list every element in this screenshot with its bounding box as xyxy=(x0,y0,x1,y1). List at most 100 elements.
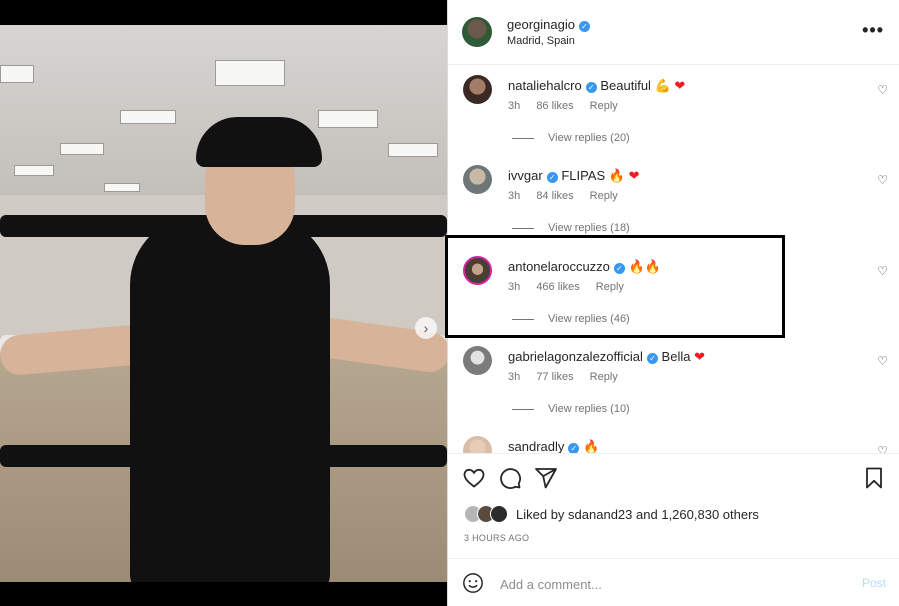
like-comment-heart-icon[interactable]: ♡ xyxy=(877,173,888,187)
commenter-avatar[interactable] xyxy=(463,75,492,104)
commenter-avatar[interactable] xyxy=(463,256,492,285)
save-bookmark-icon[interactable] xyxy=(862,466,886,490)
comment-input[interactable] xyxy=(500,573,830,595)
comment-body: Bella xyxy=(661,349,691,364)
comment-body: FLIPAS xyxy=(561,168,606,183)
verified-badge-icon: ✓ xyxy=(546,172,558,183)
flexed-bicep-emoji: 💪 xyxy=(654,78,671,93)
like-comment-heart-icon[interactable]: ♡ xyxy=(877,354,888,368)
like-heart-icon[interactable] xyxy=(462,466,486,490)
fire-emoji: 🔥 xyxy=(608,168,625,183)
commenter-username[interactable]: nataliehalcro xyxy=(508,78,582,93)
view-replies-label: View replies (18) xyxy=(548,222,630,234)
liker-avatars[interactable] xyxy=(464,505,508,523)
photo-light xyxy=(215,60,285,86)
fire-emoji: 🔥 xyxy=(583,439,600,453)
comment-item: gabrielagonzalezofficial ✓ Bella ❤ 3h 77 … xyxy=(448,336,899,426)
photo-light xyxy=(120,110,176,124)
comment-likes[interactable]: 86 likes xyxy=(536,100,573,112)
photo-light xyxy=(104,183,140,192)
commenter-username[interactable]: antonelaroccuzzo xyxy=(508,259,610,274)
liked-by-prefix: Liked by xyxy=(516,506,565,522)
comment-meta: 3h 77 likes Reply xyxy=(508,371,631,383)
liker-avatar xyxy=(490,505,508,523)
like-comment-heart-icon[interactable]: ♡ xyxy=(877,444,888,453)
reply-button[interactable]: Reply xyxy=(596,281,624,293)
replies-line xyxy=(512,408,534,410)
commenter-avatar[interactable] xyxy=(463,346,492,375)
liked-by-user[interactable]: sdanand23 xyxy=(568,507,632,522)
add-comment-bar: Post xyxy=(448,558,899,606)
verified-badge-icon: ✓ xyxy=(613,263,625,274)
view-replies-button[interactable]: View replies (46) xyxy=(512,313,630,325)
commenter-username[interactable]: gabrielagonzalezofficial xyxy=(508,349,643,364)
view-replies-button[interactable]: View replies (10) xyxy=(512,403,630,415)
photo-light xyxy=(14,165,54,176)
comment-item: nataliehalcro ✓ Beautiful 💪 ❤ 3h 86 likes… xyxy=(448,65,899,155)
comment-likes[interactable]: 466 likes xyxy=(536,281,579,293)
emoji-smiley-icon[interactable] xyxy=(462,572,484,594)
liked-by-line: Liked by sdanand23 and 1,260,830 others xyxy=(464,505,759,523)
share-paper-plane-icon[interactable] xyxy=(534,466,558,490)
author-username[interactable]: georginagio ✓ xyxy=(507,17,590,32)
comment-meta: 3h 86 likes Reply xyxy=(508,100,631,112)
post-location[interactable]: Madrid, Spain xyxy=(507,35,575,47)
commenter-username[interactable]: ivvgar xyxy=(508,168,543,183)
comment-item: antonelaroccuzzo ✓ 🔥🔥 3h 466 likes Reply … xyxy=(448,246,899,336)
comment-meta: 3h 466 likes Reply xyxy=(508,281,637,293)
photo-light xyxy=(0,65,34,83)
post-media-area: › xyxy=(0,0,447,606)
view-replies-button[interactable]: View replies (18) xyxy=(512,222,630,234)
commenter-avatar[interactable] xyxy=(463,165,492,194)
comment-text: nataliehalcro ✓ Beautiful 💪 ❤ xyxy=(508,78,685,94)
replies-line xyxy=(512,137,534,139)
comment-meta: 3h 84 likes Reply xyxy=(508,190,631,202)
likes-count[interactable]: 1,260,830 others xyxy=(661,507,759,522)
comment-text: antonelaroccuzzo ✓ 🔥🔥 xyxy=(508,259,661,275)
replies-line xyxy=(512,227,534,229)
comment-body: Beautiful xyxy=(600,78,651,93)
verified-badge-icon: ✓ xyxy=(578,21,590,32)
post-comment-button[interactable]: Post xyxy=(862,576,886,590)
post-timestamp[interactable]: 3 HOURS AGO xyxy=(464,533,529,543)
fire-emoji: 🔥 xyxy=(644,259,661,274)
carousel-next-button[interactable]: › xyxy=(415,317,437,339)
comment-time: 3h xyxy=(508,100,521,112)
reply-button[interactable]: Reply xyxy=(590,100,618,112)
comment-item: sandradly ✓ 🔥 ♡ xyxy=(448,426,899,453)
comments-list[interactable]: nataliehalcro ✓ Beautiful 💪 ❤ 3h 86 likes… xyxy=(448,65,899,453)
like-comment-heart-icon[interactable]: ♡ xyxy=(877,264,888,278)
author-avatar[interactable] xyxy=(462,17,492,47)
comment-text: gabrielagonzalezofficial ✓ Bella ❤ xyxy=(508,349,705,365)
comment-bubble-icon[interactable] xyxy=(498,466,522,490)
red-heart-emoji: ❤ xyxy=(694,349,705,364)
red-heart-emoji: ❤ xyxy=(628,168,640,183)
photo-light xyxy=(60,143,104,155)
view-replies-label: View replies (46) xyxy=(548,313,630,325)
verified-badge-icon: ✓ xyxy=(646,353,658,364)
liked-by-and: and xyxy=(636,506,658,522)
comment-time: 3h xyxy=(508,371,521,383)
view-replies-label: View replies (10) xyxy=(548,403,630,415)
comment-time: 3h xyxy=(508,281,521,293)
commenter-avatar[interactable] xyxy=(463,436,492,453)
view-replies-label: View replies (20) xyxy=(548,132,630,144)
fire-emoji: 🔥 xyxy=(628,259,645,274)
comment-text: ivvgar ✓ FLIPAS 🔥 ❤ xyxy=(508,168,640,184)
reply-button[interactable]: Reply xyxy=(590,371,618,383)
post-actions-bar xyxy=(448,453,899,503)
photo-subject xyxy=(130,215,330,582)
replies-line xyxy=(512,318,534,320)
verified-badge-icon: ✓ xyxy=(585,82,597,93)
post-photo[interactable]: › xyxy=(0,25,447,582)
photo-light xyxy=(388,143,438,157)
like-comment-heart-icon[interactable]: ♡ xyxy=(877,83,888,97)
verified-badge-icon: ✓ xyxy=(568,443,580,453)
view-replies-button[interactable]: View replies (20) xyxy=(512,132,630,144)
reply-button[interactable]: Reply xyxy=(590,190,618,202)
comment-likes[interactable]: 84 likes xyxy=(536,190,573,202)
comment-likes[interactable]: 77 likes xyxy=(536,371,573,383)
more-options-icon[interactable]: ••• xyxy=(862,20,884,41)
photo-subject-cap xyxy=(196,117,322,167)
commenter-username[interactable]: sandradly xyxy=(508,439,564,453)
